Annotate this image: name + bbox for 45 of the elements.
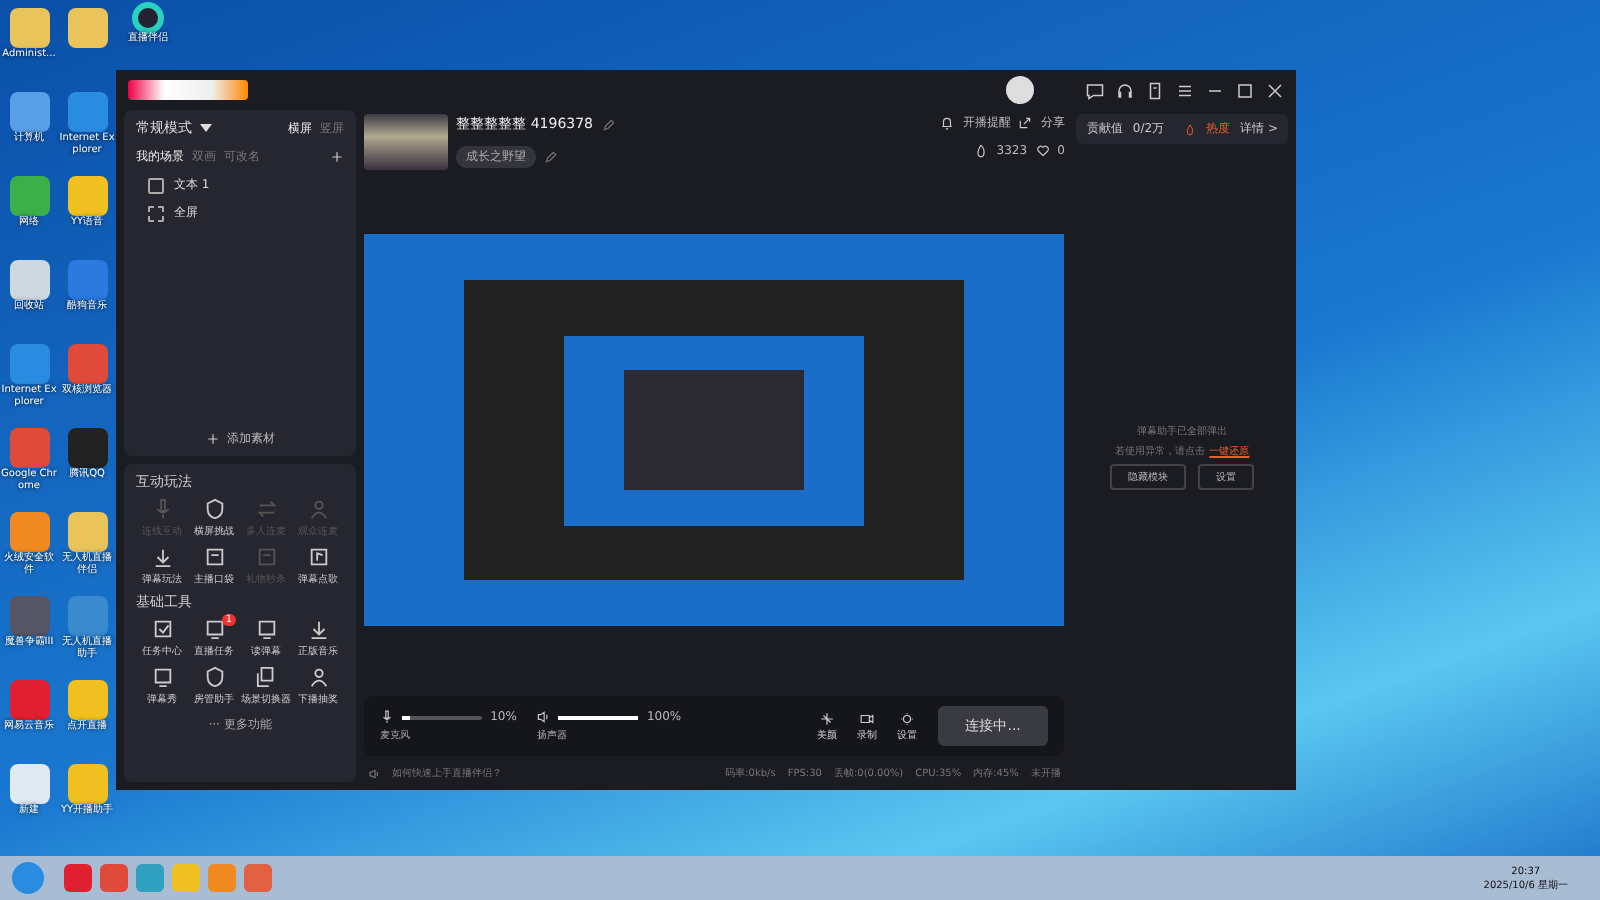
start-button[interactable]: [12, 862, 44, 894]
add-icon[interactable]: [330, 150, 345, 164]
copy-icon: [255, 666, 278, 688]
share-icon[interactable]: [1018, 116, 1033, 130]
download-icon: [151, 546, 173, 568]
cover-thumbnail[interactable]: [364, 114, 449, 170]
microphone-icon: [151, 498, 173, 520]
add-icon[interactable]: [205, 432, 220, 446]
heart-icon: [1035, 144, 1050, 158]
speaker-icon[interactable]: [536, 710, 551, 724]
avatar-icon[interactable]: [1006, 76, 1034, 104]
headset-icon[interactable]: [1116, 81, 1134, 99]
message-icon[interactable]: [1086, 81, 1104, 99]
sparkle-icon: [820, 711, 835, 725]
text-frame-icon: [148, 177, 164, 193]
taskbar-app-icon[interactable]: [64, 864, 92, 892]
bell-icon[interactable]: [940, 116, 955, 130]
document-icon[interactable]: [1146, 81, 1164, 99]
corners-icon: [148, 205, 164, 221]
edit-icon[interactable]: [544, 150, 559, 164]
person-icon: [307, 498, 330, 520]
close-icon[interactable]: [1266, 81, 1284, 99]
camera-icon: [860, 711, 875, 725]
music-note-icon: [307, 546, 330, 568]
pocket-icon: [203, 546, 226, 568]
caret-icon[interactable]: [200, 124, 212, 132]
flame-icon: [1184, 123, 1197, 135]
monitor-icon: [255, 618, 278, 640]
maximize-icon[interactable]: [1236, 81, 1254, 99]
taskbar-app-icon[interactable]: [100, 864, 128, 892]
monitor-icon: [151, 666, 173, 688]
monitor-icon: [203, 618, 226, 640]
speaker-icon: [368, 767, 381, 779]
flame-icon: [974, 144, 989, 158]
download-icon: [307, 618, 330, 640]
edit-icon[interactable]: [601, 117, 616, 131]
app-logo: [128, 80, 248, 100]
swap-arrows-icon: [255, 498, 278, 520]
settings-icon: [900, 711, 915, 725]
checklist-icon: [151, 618, 173, 640]
menu-icon[interactable]: [1176, 81, 1194, 99]
ring-logo-icon[interactable]: [132, 2, 164, 34]
box-icon: [255, 546, 278, 568]
microphone-icon[interactable]: [380, 710, 395, 724]
person-icon: [307, 666, 330, 688]
